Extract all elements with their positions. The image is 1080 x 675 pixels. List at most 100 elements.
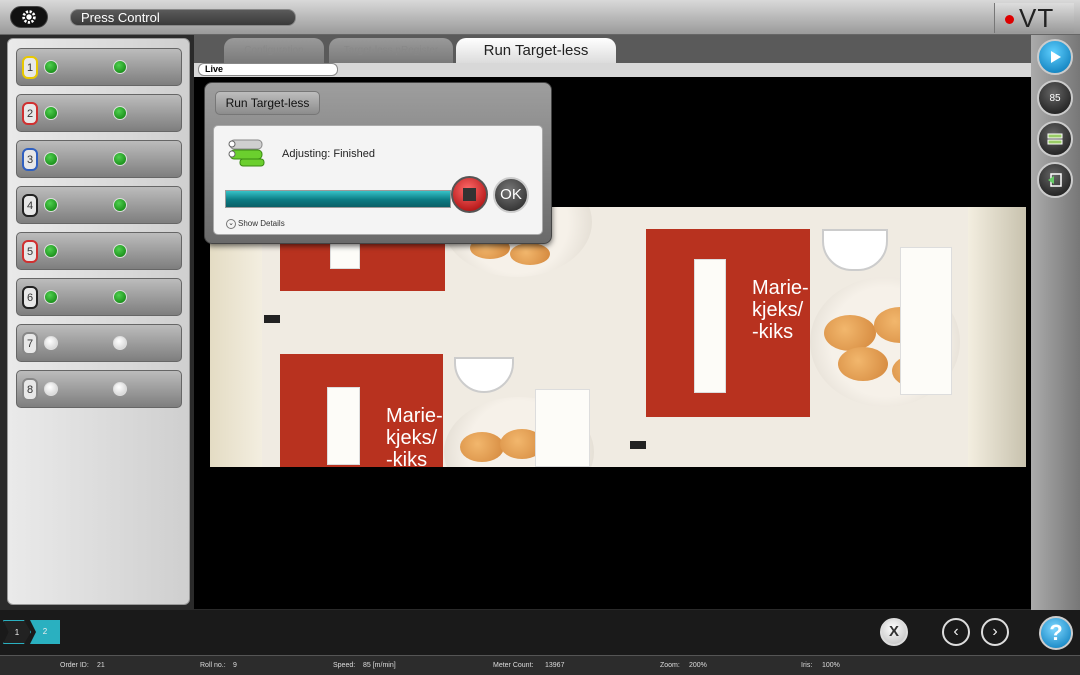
print-unit-row[interactable]: 1 [16,48,182,86]
status-led-icon [113,244,127,258]
status-led-icon [113,198,127,212]
unit-number-badge: 1 [22,56,38,79]
stop-icon [463,188,476,201]
gear-icon [22,10,36,24]
meter-count-value: 13967 [545,662,565,669]
adjusting-status: Adjusting: Finished [282,148,375,160]
close-button[interactable]: X [880,618,908,646]
unit-number-badge: 8 [22,378,38,401]
register-mark [630,441,646,449]
status-led-icon [44,106,58,120]
status-led-icon [44,290,58,304]
nutrition-panel [535,389,590,467]
print-unit-row[interactable]: 8 [16,370,182,408]
run-targetless-dialog: Run Target-less Adjusting: Finished OK ⌄… [204,82,552,244]
logo-text: VT [1019,3,1055,33]
iris-label: Iris: [801,662,813,669]
coffee-cup-image [822,229,888,271]
unit-number-badge: 5 [22,240,38,263]
help-button[interactable]: ? [1039,616,1073,650]
previous-button[interactable]: ‹ [942,618,970,646]
print-unit-row[interactable]: 7 [16,324,182,362]
rollers-icon [228,139,265,167]
dialog-body: Adjusting: Finished OK ⌄ Show Details [213,125,543,235]
ok-button[interactable]: OK [493,177,529,213]
app-title: Press Control [70,9,296,26]
cookie-image [460,432,504,462]
print-unit-row[interactable]: 4 [16,186,182,224]
register-adjust-button[interactable] [1037,121,1073,157]
show-details-toggle[interactable]: ⌄ Show Details [226,219,285,229]
status-led-icon [44,382,58,396]
bottom-bar: 1 2 X ‹ › [0,610,1080,655]
tab-run-targetless[interactable]: Run Target-less [456,38,616,63]
status-led-icon [113,382,127,396]
unit-number-badge: 3 [22,148,38,171]
live-indicator[interactable]: Live [198,63,338,76]
arrows-icon [1047,133,1063,145]
print-unit-row[interactable]: 5 [16,232,182,270]
show-details-label: Show Details [238,219,285,229]
ingredients-panel [327,387,360,465]
print-unit-row[interactable]: 6 [16,278,182,316]
right-tool-panel: 85 [1031,35,1080,610]
zoom-label: Zoom: [660,662,680,669]
chevron-down-icon: ⌄ [226,219,236,229]
step-1-indicator[interactable]: 1 [3,620,31,644]
product-name-line: Marie- [752,277,809,299]
top-bar: Press Control VT [0,0,1080,35]
order-id-value: 21 [97,662,105,669]
product-name: Marie- kjeks/ -kiks [752,277,809,343]
product-name: Marie- kjeks/ -kiks [386,405,443,467]
ingredients-panel [694,259,726,393]
cookie-image [838,347,888,381]
iris-value: 100% [822,662,840,669]
cookie-image [824,315,876,351]
status-led-icon [44,198,58,212]
roll-label: Roll no.: [200,662,226,669]
status-bar: Order ID: 21 Roll no.: 9 Speed: 85 [m/mi… [0,655,1080,675]
status-led-icon [113,152,127,166]
tab-configuration[interactable]: Configuration [224,38,324,63]
coffee-cup-image [454,357,514,393]
speed-label: Speed: [333,662,356,669]
play-icon [1051,51,1061,63]
status-led-icon [113,106,127,120]
status-led-icon [44,152,58,166]
tab-targetless-pregister[interactable]: Target-less pRegister [329,38,453,63]
status-led-icon [113,60,127,74]
play-button[interactable] [1037,39,1073,75]
roll-value: 9 [233,662,237,669]
logo-dot-icon [1005,15,1014,24]
status-led-icon [113,290,127,304]
web-edge-right [968,207,1026,467]
cookie-image [510,243,550,265]
status-led-icon [44,60,58,74]
step-2-indicator[interactable]: 2 [30,620,60,644]
next-button[interactable]: › [981,618,1009,646]
settings-gear-button[interactable] [10,6,48,28]
zoom-value: 200% [689,662,707,669]
order-id-label: Order ID: [60,662,89,669]
unit-number-badge: 7 [22,332,38,355]
print-unit-row[interactable]: 3 [16,140,182,178]
meter-count-label: Meter Count: [493,662,534,669]
product-name-line: -kiks [752,321,794,343]
product-name-line: kjeks/ [752,299,804,321]
speed-value-button[interactable]: 85 [1037,80,1073,116]
register-mark [264,315,280,323]
print-units-panel: 1 2 3 4 5 6 7 8 [7,38,190,605]
web-edge-left [210,207,262,467]
unit-number-badge: 4 [22,194,38,217]
stop-button[interactable] [451,176,488,213]
print-unit-row[interactable]: 2 [16,94,182,132]
avt-logo: VT [994,3,1074,33]
speed-value: 85 [m/min] [363,662,396,669]
print-image: Marie- kjeks/ -kiks Marie- kjeks/ -kiks [210,207,1026,467]
dialog-title: Run Target-less [215,91,320,115]
exit-button[interactable] [1037,162,1073,198]
exit-icon [1048,173,1062,187]
product-name-line: -kiks [386,449,428,467]
adjust-progress-bar [225,190,451,208]
status-led-icon [44,244,58,258]
